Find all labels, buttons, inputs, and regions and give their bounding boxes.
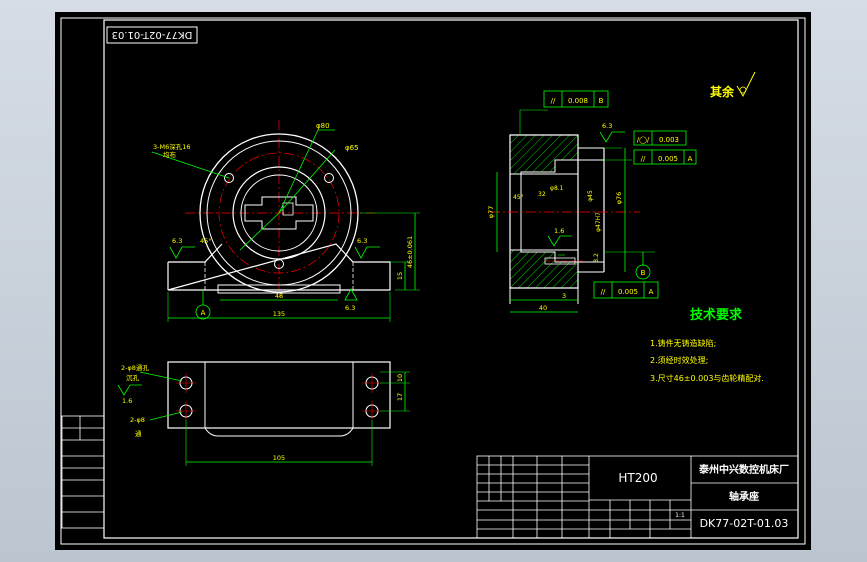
- gdt-right2-value: 0.005: [658, 155, 678, 163]
- front-dim-height: 46±0.061: [406, 236, 414, 268]
- gdt-right1-value: 0.003: [659, 136, 679, 144]
- side-datum-b: B: [641, 269, 646, 277]
- top-hole-note-1b: 沉孔: [126, 374, 140, 382]
- title-scale: 1:1: [675, 512, 685, 519]
- gdt-right1-symbol: /◯/: [637, 136, 650, 144]
- front-dim-dia-outer: φ80: [316, 122, 330, 130]
- title-part-name: 轴承座: [729, 490, 759, 503]
- roughness-note: 其余: [710, 84, 735, 99]
- tech-req-item-3: 3.尺寸46±0.003与齿轮精配对.: [650, 373, 764, 383]
- top-hole-note-2b: 通: [135, 429, 142, 438]
- front-dim-base-height: 15: [396, 272, 404, 280]
- tech-req-heading: 技术要求: [690, 307, 743, 323]
- side-dim-inner-1: 32: [538, 191, 546, 198]
- gdt-bottom-value: 0.005: [618, 288, 638, 296]
- title-company: 泰州中兴数控机床厂: [698, 463, 789, 476]
- front-dim-total-width: 135: [273, 310, 285, 318]
- front-hole-note-1: 3-M6深孔16: [153, 142, 191, 151]
- gdt-right2-symbol: //: [641, 155, 646, 163]
- gdt-top-value: 0.008: [568, 97, 588, 105]
- front-dim-angle: 45°: [200, 237, 212, 245]
- front-rough-bottom: 6.3: [345, 304, 355, 312]
- front-datum-a: A: [201, 309, 206, 317]
- title-material: HT200: [618, 471, 657, 485]
- gdt-top-datum: B: [599, 97, 604, 105]
- side-dim-step: 3: [562, 292, 566, 300]
- gdt-bottom-symbol: //: [601, 288, 606, 296]
- top-dim-right-2: 17: [396, 393, 404, 401]
- side-dim-small: 3.2: [593, 253, 600, 263]
- side-dim-width: 40: [539, 304, 547, 312]
- gdt-right2-datum: A: [688, 155, 693, 163]
- rotated-code-box: DK77-02T-01.03: [106, 26, 198, 44]
- title-drawing-no: DK77-02T-01.03: [700, 517, 789, 530]
- front-hole-note-2: 均布: [163, 150, 177, 159]
- side-dim-right-dia: φ76: [615, 192, 623, 205]
- top-dim-length: 105: [273, 454, 285, 462]
- cad-drawing-viewport[interactable]: DK77-02T-01.03 3-M6深孔16 均布 φ80 φ65 45° 6…: [0, 0, 867, 562]
- side-dim-inner-3: φ45: [587, 190, 594, 202]
- side-rough-inner: 1.6: [554, 227, 564, 235]
- top-rough-value: 1.6: [122, 397, 132, 405]
- tech-req-item-2: 2.须经时效处理;: [650, 355, 708, 365]
- top-dim-right-1: 10: [396, 374, 404, 382]
- side-rough-top: 6.3: [602, 122, 612, 130]
- tech-req-item-1: 1.铸件无铸造缺陷;: [650, 338, 716, 348]
- gdt-bottom-datum: A: [649, 288, 654, 296]
- front-dim-base-width: 48: [275, 292, 283, 300]
- side-dim-angle: 45°: [513, 194, 524, 201]
- rotated-code-text: DK77-02T-01.03: [112, 29, 193, 40]
- front-dim-dia-bolt: φ65: [345, 144, 359, 152]
- top-hole-note-1a: 2-φ8通孔: [121, 363, 149, 372]
- front-rough-right: 6.3: [357, 237, 367, 245]
- top-hole-note-2a: 2-φ8: [130, 416, 145, 424]
- side-dim-inner-4: φ47H7: [595, 212, 602, 232]
- front-rough-left: 6.3: [172, 237, 182, 245]
- side-dim-left-dia: φ77: [487, 206, 495, 219]
- side-dim-inner-2: φ8.1: [550, 185, 564, 192]
- gdt-top-symbol: //: [551, 97, 556, 105]
